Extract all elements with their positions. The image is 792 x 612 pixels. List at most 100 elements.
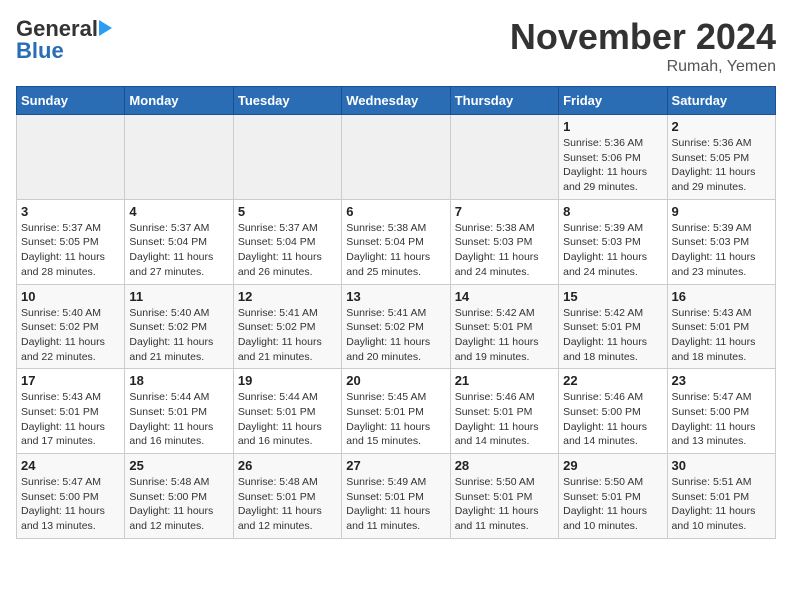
calendar-cell: 3 Sunrise: 5:37 AMSunset: 5:05 PMDaylight…	[17, 199, 125, 284]
day-info: Sunrise: 5:44 AMSunset: 5:01 PMDaylight:…	[238, 390, 337, 449]
day-info: Sunrise: 5:50 AMSunset: 5:01 PMDaylight:…	[563, 475, 662, 534]
calendar-location: Rumah, Yemen	[510, 58, 776, 76]
calendar-cell: 2 Sunrise: 5:36 AMSunset: 5:05 PMDaylight…	[667, 115, 775, 200]
day-info: Sunrise: 5:36 AMSunset: 5:05 PMDaylight:…	[672, 136, 771, 195]
calendar-cell: 22 Sunrise: 5:46 AMSunset: 5:00 PMDayligh…	[559, 369, 667, 454]
calendar-cell: 23Sunrise: 5:47 AMSunset: 5:00 PMDayligh…	[667, 369, 775, 454]
day-info: Sunrise: 5:46 AMSunset: 5:00 PMDaylight:…	[563, 390, 662, 449]
logo: General Blue	[16, 16, 112, 64]
calendar-title: November 2024	[510, 16, 776, 58]
day-info: Sunrise: 5:43 AMSunset: 5:01 PMDaylight:…	[21, 390, 120, 449]
calendar-cell	[342, 115, 450, 200]
day-number: 14	[455, 289, 554, 304]
day-info: Sunrise: 5:42 AMSunset: 5:01 PMDaylight:…	[455, 306, 554, 365]
day-number: 15	[563, 289, 662, 304]
day-number: 2	[672, 119, 771, 134]
calendar-cell: 4Sunrise: 5:37 AMSunset: 5:04 PMDaylight…	[125, 199, 233, 284]
weekday-header-wednesday: Wednesday	[342, 87, 450, 115]
calendar-cell	[125, 115, 233, 200]
day-number: 29	[563, 458, 662, 473]
page: General Blue November 2024 Rumah, Yemen …	[0, 0, 792, 549]
calendar-cell: 6 Sunrise: 5:38 AMSunset: 5:04 PMDaylight…	[342, 199, 450, 284]
day-number: 8	[563, 204, 662, 219]
day-info: Sunrise: 5:49 AMSunset: 5:01 PMDaylight:…	[346, 475, 445, 534]
weekday-header-friday: Friday	[559, 87, 667, 115]
calendar-cell	[450, 115, 558, 200]
day-info: Sunrise: 5:47 AMSunset: 5:00 PMDaylight:…	[21, 475, 120, 534]
day-info: Sunrise: 5:44 AMSunset: 5:01 PMDaylight:…	[129, 390, 228, 449]
day-info: Sunrise: 5:50 AMSunset: 5:01 PMDaylight:…	[455, 475, 554, 534]
day-info: Sunrise: 5:38 AMSunset: 5:04 PMDaylight:…	[346, 221, 445, 280]
day-info: Sunrise: 5:41 AMSunset: 5:02 PMDaylight:…	[346, 306, 445, 365]
day-number: 12	[238, 289, 337, 304]
calendar-cell	[17, 115, 125, 200]
calendar-week-row: 3 Sunrise: 5:37 AMSunset: 5:05 PMDaylight…	[17, 199, 776, 284]
day-info: Sunrise: 5:37 AMSunset: 5:04 PMDaylight:…	[129, 221, 228, 280]
weekday-header-sunday: Sunday	[17, 87, 125, 115]
day-info: Sunrise: 5:39 AMSunset: 5:03 PMDaylight:…	[672, 221, 771, 280]
calendar-cell: 7Sunrise: 5:38 AMSunset: 5:03 PMDaylight…	[450, 199, 558, 284]
day-number: 3	[21, 204, 120, 219]
calendar-cell: 20Sunrise: 5:45 AMSunset: 5:01 PMDayligh…	[342, 369, 450, 454]
calendar-cell: 1Sunrise: 5:36 AMSunset: 5:06 PMDaylight…	[559, 115, 667, 200]
day-info: Sunrise: 5:51 AMSunset: 5:01 PMDaylight:…	[672, 475, 771, 534]
calendar-cell: 19 Sunrise: 5:44 AMSunset: 5:01 PMDayligh…	[233, 369, 341, 454]
calendar-cell: 14 Sunrise: 5:42 AMSunset: 5:01 PMDayligh…	[450, 284, 558, 369]
header: General Blue November 2024 Rumah, Yemen	[16, 16, 776, 76]
calendar-cell: 25Sunrise: 5:48 AMSunset: 5:00 PMDayligh…	[125, 454, 233, 539]
day-number: 6	[346, 204, 445, 219]
day-info: Sunrise: 5:40 AMSunset: 5:02 PMDaylight:…	[129, 306, 228, 365]
day-number: 26	[238, 458, 337, 473]
day-number: 9	[672, 204, 771, 219]
calendar-cell: 30 Sunrise: 5:51 AMSunset: 5:01 PMDayligh…	[667, 454, 775, 539]
day-info: Sunrise: 5:45 AMSunset: 5:01 PMDaylight:…	[346, 390, 445, 449]
day-number: 13	[346, 289, 445, 304]
day-info: Sunrise: 5:48 AMSunset: 5:01 PMDaylight:…	[238, 475, 337, 534]
weekday-header-tuesday: Tuesday	[233, 87, 341, 115]
calendar-week-row: 10 Sunrise: 5:40 AMSunset: 5:02 PMDayligh…	[17, 284, 776, 369]
logo-blue-text: Blue	[16, 38, 64, 64]
calendar-cell: 17 Sunrise: 5:43 AMSunset: 5:01 PMDayligh…	[17, 369, 125, 454]
day-number: 30	[672, 458, 771, 473]
calendar-cell: 9 Sunrise: 5:39 AMSunset: 5:03 PMDaylight…	[667, 199, 775, 284]
day-number: 19	[238, 373, 337, 388]
calendar-cell: 26 Sunrise: 5:48 AMSunset: 5:01 PMDayligh…	[233, 454, 341, 539]
calendar-cell: 11Sunrise: 5:40 AMSunset: 5:02 PMDayligh…	[125, 284, 233, 369]
day-number: 28	[455, 458, 554, 473]
calendar-table: SundayMondayTuesdayWednesdayThursdayFrid…	[16, 86, 776, 539]
day-number: 25	[129, 458, 228, 473]
day-number: 21	[455, 373, 554, 388]
day-info: Sunrise: 5:39 AMSunset: 5:03 PMDaylight:…	[563, 221, 662, 280]
day-info: Sunrise: 5:47 AMSunset: 5:00 PMDaylight:…	[672, 390, 771, 449]
day-info: Sunrise: 5:42 AMSunset: 5:01 PMDaylight:…	[563, 306, 662, 365]
day-info: Sunrise: 5:43 AMSunset: 5:01 PMDaylight:…	[672, 306, 771, 365]
calendar-cell: 28 Sunrise: 5:50 AMSunset: 5:01 PMDayligh…	[450, 454, 558, 539]
day-number: 16	[672, 289, 771, 304]
calendar-cell: 24 Sunrise: 5:47 AMSunset: 5:00 PMDayligh…	[17, 454, 125, 539]
weekday-header-monday: Monday	[125, 87, 233, 115]
calendar-cell: 12Sunrise: 5:41 AMSunset: 5:02 PMDayligh…	[233, 284, 341, 369]
calendar-cell: 8 Sunrise: 5:39 AMSunset: 5:03 PMDaylight…	[559, 199, 667, 284]
calendar-cell: 27 Sunrise: 5:49 AMSunset: 5:01 PMDayligh…	[342, 454, 450, 539]
calendar-cell: 15 Sunrise: 5:42 AMSunset: 5:01 PMDayligh…	[559, 284, 667, 369]
day-number: 10	[21, 289, 120, 304]
day-info: Sunrise: 5:46 AMSunset: 5:01 PMDaylight:…	[455, 390, 554, 449]
day-number: 22	[563, 373, 662, 388]
day-info: Sunrise: 5:37 AMSunset: 5:04 PMDaylight:…	[238, 221, 337, 280]
calendar-cell: 13 Sunrise: 5:41 AMSunset: 5:02 PMDayligh…	[342, 284, 450, 369]
title-block: November 2024 Rumah, Yemen	[510, 16, 776, 76]
calendar-week-row: 24 Sunrise: 5:47 AMSunset: 5:00 PMDayligh…	[17, 454, 776, 539]
calendar-cell: 18 Sunrise: 5:44 AMSunset: 5:01 PMDayligh…	[125, 369, 233, 454]
day-number: 17	[21, 373, 120, 388]
logo-arrow-icon	[99, 20, 112, 36]
day-info: Sunrise: 5:37 AMSunset: 5:05 PMDaylight:…	[21, 221, 120, 280]
calendar-header-row: SundayMondayTuesdayWednesdayThursdayFrid…	[17, 87, 776, 115]
day-number: 27	[346, 458, 445, 473]
day-number: 18	[129, 373, 228, 388]
calendar-cell: 10Sunrise: 5:40 AMSunset: 5:02 PMDayligh…	[17, 284, 125, 369]
calendar-week-row: 1Sunrise: 5:36 AMSunset: 5:06 PMDaylight…	[17, 115, 776, 200]
weekday-header-thursday: Thursday	[450, 87, 558, 115]
weekday-header-saturday: Saturday	[667, 87, 775, 115]
calendar-cell	[233, 115, 341, 200]
day-number: 24	[21, 458, 120, 473]
